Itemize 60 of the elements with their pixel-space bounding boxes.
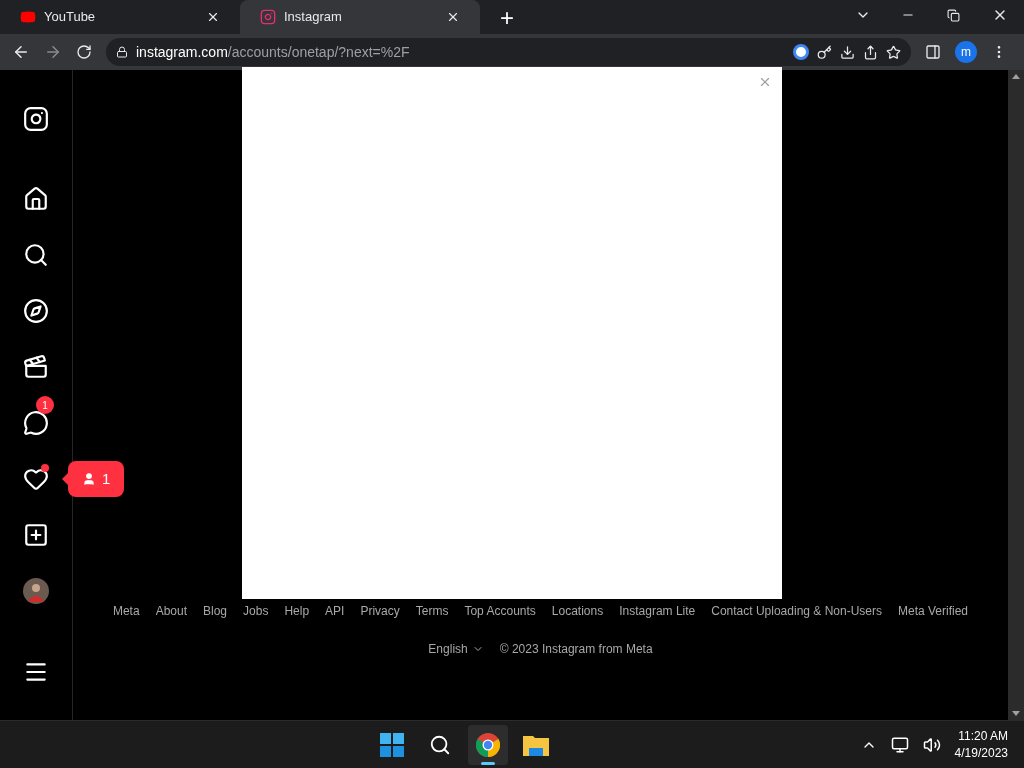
tab-title: YouTube [44, 8, 97, 27]
footer-link[interactable]: Meta Verified [898, 602, 969, 620]
footer-link[interactable]: Locations [551, 602, 604, 620]
windows-logo-icon [380, 732, 405, 757]
profile-avatar[interactable]: m [955, 41, 977, 63]
plus-square-icon[interactable] [23, 522, 49, 548]
tab-title: Instagram [284, 8, 343, 27]
avatar[interactable] [23, 578, 49, 604]
instagram-icon [260, 9, 276, 25]
notification-count: 1 [36, 396, 54, 414]
footer-link[interactable]: Top Accounts [464, 602, 536, 620]
side-panel-icon[interactable] [925, 44, 941, 60]
download-icon[interactable] [840, 44, 855, 60]
browser-tab[interactable]: Instagram [240, 0, 480, 34]
clock-time[interactable]: 11:20 AM [958, 727, 1008, 745]
clock-date[interactable]: 4/19/2023 [954, 744, 1008, 762]
folder-icon [523, 733, 550, 756]
footer-link[interactable]: Jobs [243, 602, 269, 620]
youtube-icon [20, 9, 36, 25]
url-text: instagram.com/accounts/onetap/?next=%2F [136, 42, 411, 62]
browser-tab[interactable]: YouTube [0, 0, 240, 34]
language-select[interactable]: English [428, 640, 484, 658]
lock-icon [116, 46, 128, 58]
search-icon[interactable] [23, 242, 49, 268]
key-icon[interactable] [817, 44, 832, 60]
home-icon[interactable] [23, 186, 49, 212]
footer-link[interactable]: Terms [415, 602, 449, 620]
new-tab-button[interactable]: + [500, 6, 514, 30]
address-bar[interactable]: instagram.com/accounts/onetap/?next=%2F [106, 38, 911, 66]
footer-link[interactable]: Blog [203, 602, 228, 620]
star-icon[interactable] [886, 44, 901, 60]
speaker-icon[interactable] [922, 735, 941, 754]
footer-link[interactable]: Help [284, 602, 310, 620]
google-icon[interactable] [793, 44, 809, 60]
instagram-logo-icon[interactable] [23, 106, 49, 132]
network-icon[interactable] [890, 735, 909, 754]
restore-icon[interactable] [947, 9, 960, 22]
scrollbar[interactable] [1008, 70, 1024, 720]
footer-link[interactable]: API [325, 602, 345, 620]
footer-link[interactable]: Privacy [360, 602, 400, 620]
close-icon[interactable] [446, 10, 460, 24]
reload-icon[interactable] [76, 44, 92, 60]
copyright-text: © 2023 Instagram from Meta [499, 641, 653, 658]
close-icon[interactable] [206, 10, 220, 24]
footer-link[interactable]: Instagram Lite [619, 602, 696, 620]
person-icon [82, 472, 96, 486]
clapperboard-icon[interactable] [23, 354, 49, 380]
share-icon[interactable] [863, 44, 878, 60]
follower-count: 1 [102, 468, 111, 489]
forward-icon[interactable] [44, 43, 62, 61]
chat-bubble-icon[interactable] [23, 410, 49, 436]
compass-icon[interactable] [23, 298, 49, 324]
chrome-logo-icon [476, 732, 501, 757]
heart-icon[interactable] [23, 466, 49, 492]
taskbar-app[interactable] [468, 724, 509, 765]
back-icon[interactable] [12, 43, 30, 61]
footer-link[interactable]: Contact Uploading & Non-Users [711, 602, 882, 620]
footer-link[interactable]: Meta [112, 602, 140, 620]
search-icon [429, 733, 452, 756]
footer-link[interactable]: About [155, 602, 187, 620]
